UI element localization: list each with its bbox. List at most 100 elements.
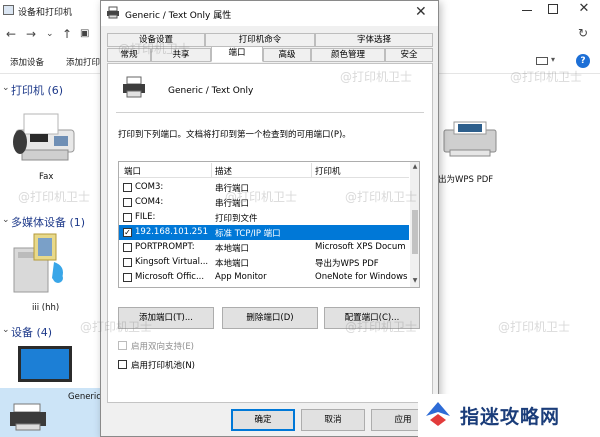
up-arrow-icon[interactable]: ↑ [62,27,72,41]
port-printer: Microsoft XPS Docum [315,242,406,252]
tab-color-management[interactable]: 颜色管理 [311,48,385,62]
printer-icon[interactable] [440,120,500,158]
section-printers-label: 打印机 (6) [11,84,64,97]
vertical-scrollbar[interactable]: ▲ ▼ [410,162,419,287]
search-field[interactable] [458,25,538,45]
port-name: Microsoft Offic... [135,272,205,282]
port-description: 打印到文件 [215,214,258,224]
minimize-button[interactable] [520,2,534,16]
port-description: 串行端口 [215,184,250,194]
port-list[interactable]: 端口 描述 打印机 COM3: 串行端口 COM4: 串行端口 FILE: 打印到文件 ✓ 1… [118,161,420,288]
tab-font-selection[interactable]: 字体选择 [315,33,433,47]
ports-tab-panel: Generic / Text Only 打印到下列端口。文档将打印到第一个检查到… [107,63,433,403]
port-row[interactable]: COM4: 串行端口 [119,195,409,210]
chevron-down-icon[interactable]: ⌄ [2,83,10,93]
column-header-port[interactable]: 端口 [124,165,141,177]
port-row[interactable]: Microsoft Offic... App Monitor OneNote for… [119,270,409,285]
port-name: 192.168.101.251 [135,227,209,237]
view-options-icon[interactable] [536,57,548,65]
section-multimedia-label: 多媒体设备 (1) [11,216,86,229]
chevron-down-icon[interactable]: ▾ [551,55,555,64]
scrollbar-thumb[interactable] [412,210,418,254]
dialog-title: Generic / Text Only 属性 [125,11,232,21]
explorer-close-button[interactable]: ✕ [574,0,594,18]
port-instruction-text: 打印到下列端口。文档将打印到第一个检查到的可用端口(P)。 [118,130,351,140]
printer-icon [107,6,119,19]
printer-icon [123,76,145,98]
tab-security[interactable]: 安全 [385,48,433,62]
tab-device-settings[interactable]: 设备设置 [107,33,205,47]
port-checkbox[interactable] [123,273,132,282]
port-description: 串行端口 [215,199,250,209]
printer-pooling-label[interactable]: 启用打印机池(N) [131,359,195,371]
tab-ports[interactable]: 端口 [211,46,263,62]
explorer-window-title: 设备和打印机 [18,8,73,18]
dialog-titlebar: Generic / Text Only 属性 ✕ [101,1,438,26]
port-checkbox[interactable] [123,183,132,192]
column-header-description[interactable]: 描述 [215,165,232,177]
chevron-down-icon[interactable]: ⌄ [2,215,10,225]
bidirectional-support-label: 启用双向支持(E) [131,342,195,352]
chevron-down-icon[interactable]: ⌄ [2,325,10,335]
port-printer: OneNote for Windows [315,272,408,282]
port-row[interactable]: ✓ 192.168.101.251 标准 TCP/IP 端口 [119,225,409,240]
port-checkbox[interactable] [123,213,132,222]
close-icon[interactable]: ✕ [415,4,427,20]
port-row[interactable]: COM3: 串行端口 [119,180,409,195]
scroll-down-icon[interactable]: ▼ [410,277,419,284]
tab-advanced[interactable]: 高级 [263,48,311,62]
column-header-printer[interactable]: 打印机 [315,165,341,177]
port-printer: 导出为WPS PDF [315,259,379,269]
port-name: COM4: [135,197,164,207]
monitor-icon[interactable] [12,344,74,388]
port-row[interactable]: Kingsoft Virtual... 本地端口 导出为WPS PDF [119,255,409,270]
port-name: FILE: [135,212,156,222]
bidirectional-support-checkbox [118,341,127,350]
port-checkbox[interactable]: ✓ [123,228,132,237]
port-row[interactable]: FILE: 打印到文件 [119,210,409,225]
port-description: App Monitor [215,272,267,282]
tab-general[interactable]: 常规 [107,48,151,62]
fax-label: Fax [39,172,54,182]
port-row[interactable]: PORTPROMPT: 本地端口 Microsoft XPS Docum [119,240,409,255]
port-name: PORTPROMPT: [135,242,195,252]
maximize-button[interactable] [548,4,558,14]
refresh-icon[interactable]: ↻ [578,26,588,40]
cancel-button[interactable]: 取消 [301,409,365,431]
media-server-icon[interactable] [10,232,72,296]
forward-arrow-icon[interactable]: → [26,27,36,41]
media-device-label: iii (hh) [32,303,60,313]
printer-properties-dialog: Generic / Text Only 属性 ✕ 设备设置 打印机命令 字体选择… [100,0,439,437]
column-divider[interactable] [211,163,212,177]
ok-button[interactable]: 确定 [231,409,295,431]
port-checkbox[interactable] [123,243,132,252]
add-device-button[interactable]: 添加设备 [10,56,44,68]
fax-printer-icon[interactable] [10,112,80,164]
tab-sharing[interactable]: 共享 [151,48,211,62]
scroll-up-icon[interactable]: ▲ [410,163,419,170]
port-checkbox[interactable] [123,198,132,207]
back-arrow-icon[interactable]: ← [6,27,16,41]
logo-text: 指迷攻略网 [460,406,561,428]
port-description: 本地端口 [215,259,250,269]
port-checkbox[interactable] [123,258,132,267]
tab-printer-commands[interactable]: 打印机命令 [205,33,315,47]
devices-printers-app-icon [3,5,14,15]
port-name: Kingsoft Virtual... [135,257,209,267]
port-name: COM3: [135,182,164,192]
wps-pdf-printer-label: 出为WPS PDF [438,175,494,185]
section-devices-label: 设备 (4) [11,326,53,339]
printer-icon [10,403,46,431]
site-logo: 指迷攻略网 [418,394,600,437]
configure-port-button[interactable]: 配置端口(C)... [324,307,420,329]
divider [116,112,424,113]
add-printer-button[interactable]: 添加打印 [66,56,100,68]
port-description: 标准 TCP/IP 端口 [215,229,281,239]
add-port-button[interactable]: 添加端口(T)... [118,307,214,329]
delete-port-button[interactable]: 删除端口(D) [222,307,318,329]
port-list-header: 端口 描述 打印机 [119,162,409,178]
help-icon[interactable]: ? [576,54,590,68]
column-divider[interactable] [311,163,312,177]
printer-pooling-checkbox[interactable] [118,360,127,369]
chevron-down-icon[interactable]: ⌄ [46,29,54,39]
